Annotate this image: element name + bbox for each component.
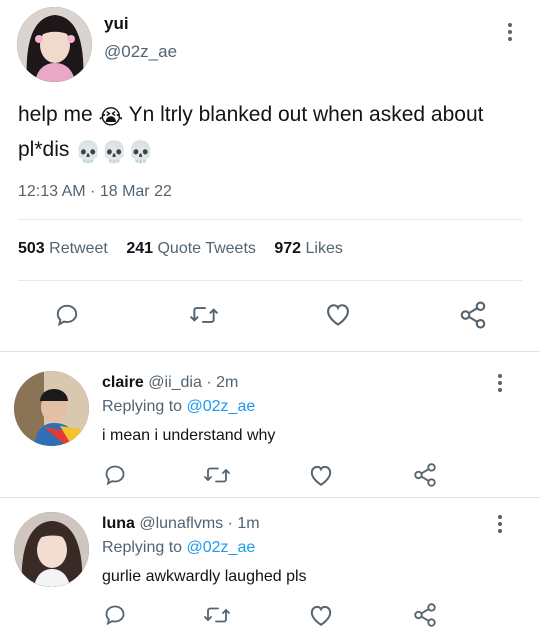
user-handle[interactable]: @lunaflvms [139,515,223,532]
replying-to: Replying to @02z_ae [102,398,256,415]
quote-stat[interactable]: 241 Quote Tweets [126,240,256,257]
replying-to: Replying to @02z_ae [102,539,256,556]
avatar[interactable] [17,7,92,82]
reply-time[interactable]: 2m [216,374,238,391]
more-icon[interactable] [497,515,503,535]
avatar[interactable] [14,512,89,587]
share-icon[interactable] [412,462,438,493]
timestamp[interactable]: 12:13 AM · 18 Mar 22 [18,183,172,201]
reply-text: gurlie awkwardly laughed pls [102,568,307,585]
avatar[interactable] [14,371,89,446]
display-name[interactable]: claire [102,374,144,391]
user-handle[interactable]: @ii_dia [148,374,202,391]
crying-emoji: 😭 [98,106,124,129]
reply-header: claire @ii_dia · 2m [102,374,239,391]
like-icon[interactable] [308,603,334,632]
more-icon[interactable] [497,374,503,394]
likes-stat[interactable]: 972 Likes [274,240,343,257]
reply-header: luna @lunaflvms · 1m [102,515,260,532]
reply-time[interactable]: 1m [237,515,259,532]
divider [18,280,522,281]
replying-to-link[interactable]: @02z_ae [187,398,256,415]
tweet-stats: 503 Retweet 241 Quote Tweets 972 Likes [18,240,343,258]
retweet-icon[interactable] [189,302,219,333]
like-icon[interactable] [308,463,334,492]
divider [0,497,540,498]
user-handle[interactable]: @02z_ae [104,42,177,62]
more-icon[interactable] [507,23,513,43]
display-name[interactable]: luna [102,515,135,532]
divider [0,351,540,352]
reply-text: i mean i understand why [102,427,276,444]
display-name[interactable]: yui [104,14,129,34]
main-tweet: yui @02z_ae help me 😭 Yn ltrly blanked o… [0,0,540,352]
retweet-icon[interactable] [203,463,231,492]
retweet-stat[interactable]: 503 Retweet [18,240,108,257]
reply-icon[interactable] [54,302,80,333]
replying-to-link[interactable]: @02z_ae [187,539,256,556]
tweet-text-part1: help me [18,103,93,126]
skull-emojis: 💀💀💀 [75,141,154,164]
divider [18,219,522,220]
reply-icon[interactable] [103,463,127,492]
retweet-icon[interactable] [203,603,231,632]
share-icon[interactable] [412,602,438,633]
reply-icon[interactable] [103,603,127,632]
like-icon[interactable] [324,301,352,332]
share-icon[interactable] [458,300,488,335]
tweet-text: help me 😭 Yn ltrly blanked out when aske… [18,99,518,169]
